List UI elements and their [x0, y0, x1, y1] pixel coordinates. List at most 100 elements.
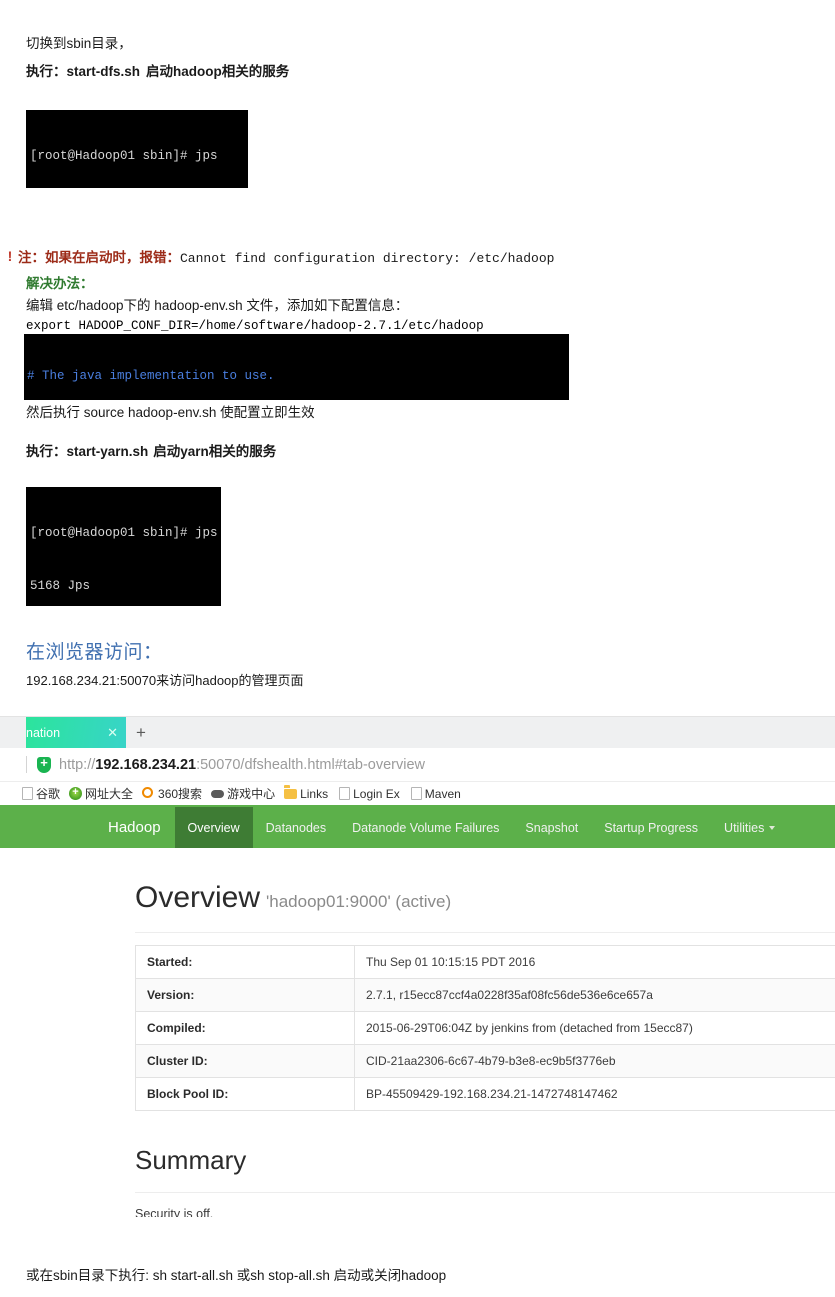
solution-label-row: 解决办法： [26, 272, 94, 293]
yarn-command: start-yarn.sh [66, 444, 149, 459]
bookmark-item[interactable]: Maven [409, 787, 461, 801]
nav-tab-label: Datanode Volume Failures [352, 820, 500, 835]
browser-url-bar[interactable]: http://192.168.234.21:50070/dfshealth.ht… [0, 748, 835, 782]
page-subtitle: 'hadoop01:9000' (active) [266, 892, 452, 911]
title-divider [135, 932, 835, 933]
dfs-command-desc: 启动hadoop相关的服务 [146, 64, 290, 79]
table-cell-value: 2015-06-29T06:04Z by jenkins from (detac… [354, 1011, 835, 1045]
table-cell-value: Thu Sep 01 10:15:15 PDT 2016 [354, 945, 835, 979]
yarn-exec-line: 执行：start-yarn.sh 启动yarn相关的服务 [26, 442, 276, 462]
footer-note: 或在sbin目录下执行: sh start-all.sh 或sh stop-al… [26, 1266, 446, 1286]
bookmark-label: 谷歌 [36, 787, 61, 801]
folder-icon [284, 787, 298, 800]
bookmark-item[interactable]: 360搜索 [142, 785, 202, 802]
intro-line-2: 执行：start-dfs.sh 启动hadoop相关的服务 [26, 62, 289, 82]
bookmark-label: Login Ex [353, 786, 400, 801]
url-scheme: http:// [59, 756, 96, 773]
bookmark-item[interactable]: Login Ex [337, 787, 400, 801]
new-tab-button[interactable]: + [126, 717, 156, 748]
warning-exclamation-icon: ! [7, 248, 13, 264]
table-row: Block Pool ID: BP-45509429-192.168.234.2… [135, 1077, 835, 1111]
page-title-text: Overview [135, 881, 261, 914]
browser-access-subtext-text: 192.168.234.21:50070来访问hadoop的管理页面 [26, 673, 304, 688]
nav-tab-utilities[interactable]: Utilities [711, 807, 788, 848]
bookmark-item[interactable]: 网址大全 [69, 785, 133, 802]
terminal-jps-dfs: [root@Hadoop01 sbin]# jps 4689 DataNode … [26, 110, 248, 188]
dfs-command: start-dfs.sh [66, 64, 141, 79]
vim-config-block: # The java implementation to use. export… [24, 334, 569, 400]
note-title: 注：如果在启动时，报错： [18, 250, 180, 265]
bookmark-item[interactable]: 谷歌 [20, 785, 60, 802]
note-warning-row: ! 注：如果在启动时，报错：Cannot find configuration … [2, 246, 822, 267]
nav-tab-datanode-volume-failures[interactable]: Datanode Volume Failures [339, 807, 512, 848]
source-instruction: 然后执行 source hadoop-env.sh 使配置立即生效 [26, 403, 315, 423]
table-cell-key: Compiled: [135, 1011, 355, 1045]
nav-tab-label: Overview [187, 820, 240, 835]
bookmark-label: Maven [424, 786, 461, 801]
table-row: Version: 2.7.1, r15ecc87ccf4a0228f35af08… [135, 978, 835, 1012]
hadoop-page-body: Overview 'hadoop01:9000' (active) Started… [0, 880, 835, 1217]
bookmark-item[interactable]: Links [284, 787, 328, 801]
chevron-down-icon [769, 825, 776, 830]
terminal-jps-yarn: [root@Hadoop01 sbin]# jps 5168 Jps 4689 … [26, 487, 221, 597]
browser-screenshot: nation ✕ + http://192.168.234.21:50070/d… [0, 716, 835, 1217]
terminal-line: [root@Hadoop01 sbin]# jps [30, 149, 218, 163]
export-line-text: export HADOOP_CONF_DIR=/home/software/ha… [26, 319, 484, 333]
browser-access-subtext: 192.168.234.21:50070来访问hadoop的管理页面 [26, 671, 304, 691]
intro-text: 切换到sbin目录， [26, 36, 132, 51]
table-row: Cluster ID: CID-21aa2306-6c67-4b79-b3e8-… [135, 1044, 835, 1078]
nav-tab-label: Snapshot [525, 820, 579, 835]
terminal-line: 5168 Jps [30, 578, 91, 593]
footer-note-text: 或在sbin目录下执行: sh start-all.sh 或sh stop-al… [26, 1268, 447, 1283]
gamepad-icon [211, 787, 225, 800]
table-cell-key: Version: [135, 978, 355, 1012]
nav-tab-snapshot[interactable]: Snapshot [512, 807, 591, 848]
hadoop-brand[interactable]: Hadoop [0, 807, 175, 848]
table-cell-value: BP-45509429-192.168.234.21-1472748147462 [354, 1077, 835, 1111]
table-cell-value: 2.7.1, r15ecc87ccf4a0228f35af08fc56de536… [354, 978, 835, 1012]
table-cell-key: Cluster ID: [135, 1044, 355, 1078]
nav-tab-startup-progress[interactable]: Startup Progress [591, 807, 711, 848]
nav-tab-overview[interactable]: Overview [174, 807, 253, 848]
browser-tabstrip: nation ✕ + [0, 717, 835, 748]
browser-access-heading-text: 在浏览器访问： [26, 642, 163, 663]
bookmark-item[interactable]: 游戏中心 [211, 785, 275, 802]
yarn-command-desc: 启动yarn相关的服务 [153, 444, 277, 459]
solution-label: 解决办法： [26, 276, 94, 291]
security-shield-icon [37, 754, 51, 773]
terminal-prompt-clipped: [root@Hadoop01 sbin]# [26, 597, 221, 606]
edit-instruction: 编辑 etc/hadoop下的 hadoop-env.sh 文件，添加如下配置信… [26, 296, 408, 316]
browser-access-heading: 在浏览器访问： [26, 637, 163, 664]
page-icon [20, 787, 33, 800]
url-path: :50070/dfshealth.html#tab-overview [196, 756, 425, 773]
export-instruction: export HADOOP_CONF_DIR=/home/software/ha… [26, 316, 484, 334]
exec-label: 执行： [26, 444, 67, 459]
url-host: 192.168.234.21 [95, 756, 197, 773]
nav-tab-datanodes[interactable]: Datanodes [253, 807, 339, 848]
terminal-line: [root@Hadoop01 sbin]# jps [30, 526, 218, 540]
table-cell-key: Block Pool ID: [135, 1077, 355, 1111]
security-status-text: Security is off. [135, 1207, 214, 1217]
url-divider [26, 756, 27, 773]
nav-tab-label: Startup Progress [604, 820, 699, 835]
browser-tab-label: nation [26, 725, 61, 740]
bookmark-label: 360搜索 [158, 787, 203, 801]
url-text: http://192.168.234.21:50070/dfshealth.ht… [59, 757, 425, 773]
page-icon [337, 787, 351, 800]
table-row: Started: Thu Sep 01 10:15:15 PDT 2016 [135, 945, 835, 979]
exec-label: 执行： [26, 64, 67, 79]
bookmark-label: Links [300, 786, 329, 801]
table-cell-value: CID-21aa2306-6c67-4b79-b3e8-ec9b5f3776eb [354, 1044, 835, 1078]
close-icon[interactable]: ✕ [105, 726, 120, 739]
vim-line-1: # The java implementation to use. [27, 368, 566, 384]
table-cell-key: Started: [135, 945, 355, 979]
summary-divider [135, 1192, 835, 1193]
page-icon [409, 787, 422, 800]
source-instruction-text: 然后执行 source hadoop-env.sh 使配置立即生效 [26, 405, 315, 420]
browser-tab-namenode-information[interactable]: nation ✕ [26, 717, 126, 748]
note-error-text: Cannot find configuration directory: /et… [180, 251, 555, 266]
edit-instruction-text: 编辑 etc/hadoop下的 hadoop-env.sh 文件，添加如下配置信… [26, 298, 409, 313]
bookmark-label: 游戏中心 [227, 787, 276, 801]
intro-line-1: 切换到sbin目录， [26, 34, 132, 54]
hadoop-navbar: Hadoop Overview Datanodes Datanode Volum… [0, 807, 835, 848]
